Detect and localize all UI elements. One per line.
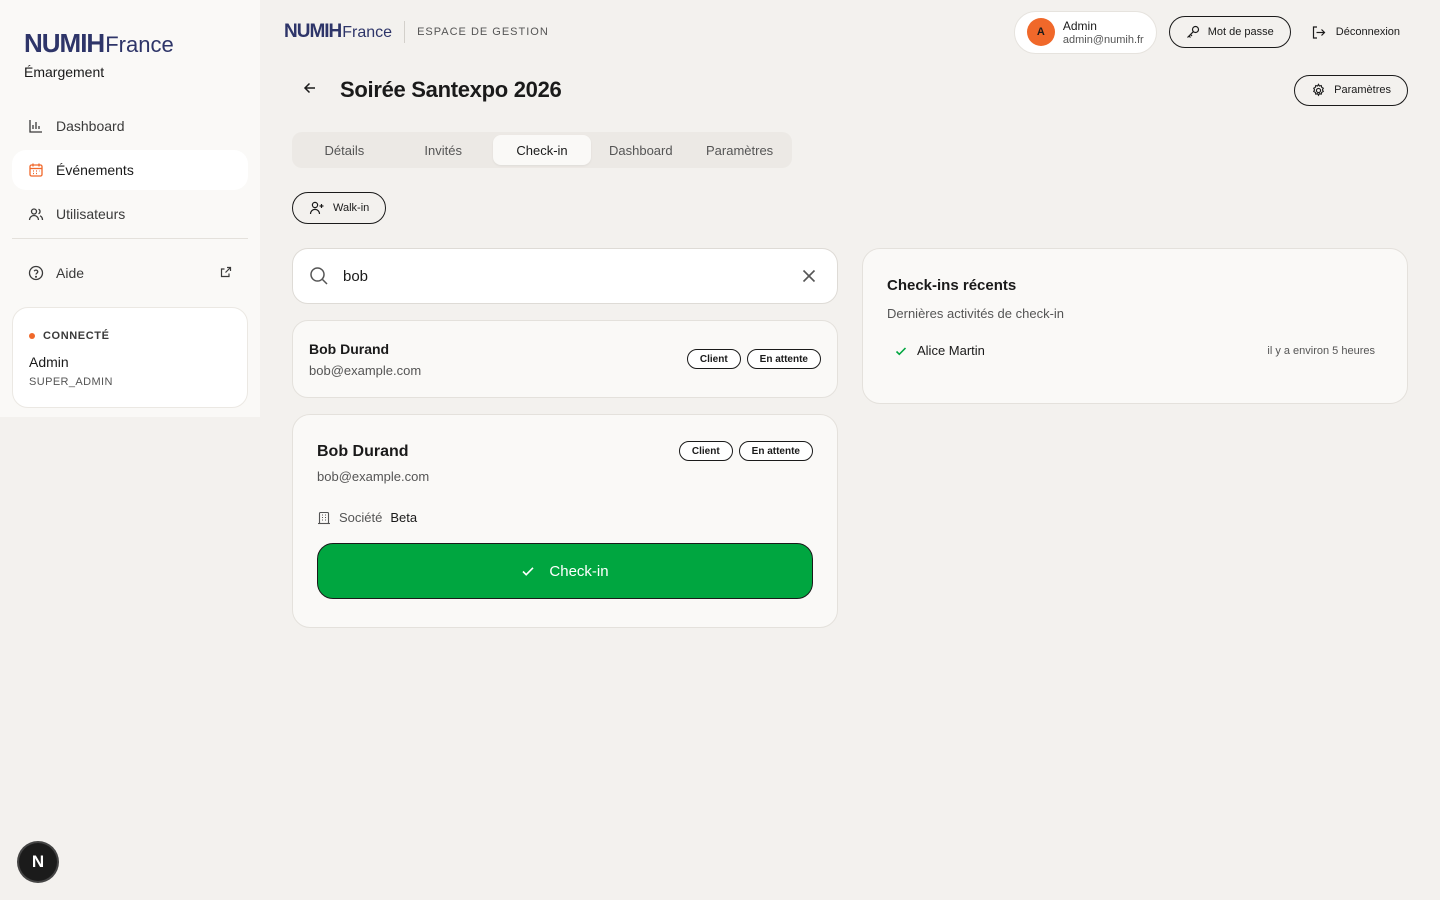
check-in-label: Check-in: [549, 562, 609, 580]
gear-icon: [1311, 82, 1326, 98]
tab-dashboard[interactable]: Dashboard: [591, 135, 690, 165]
recent-guest-name: Alice Martin: [917, 343, 985, 358]
check-icon: [521, 564, 535, 578]
sidebar-item-evenements[interactable]: Événements: [12, 150, 248, 190]
user-menu[interactable]: A Admin admin@numih.fr: [1013, 10, 1157, 54]
result-badges: Client En attente: [681, 349, 821, 369]
close-icon: [802, 269, 816, 283]
guest-badges: Client En attente: [673, 441, 813, 461]
user-plus-icon: [309, 200, 325, 216]
user-info: Admin admin@numih.fr: [1063, 19, 1144, 46]
logo-france: France: [105, 32, 174, 57]
sidebar: NUMIH France Émargement Dashboard Événem…: [0, 0, 260, 417]
walk-in-label: Walk-in: [333, 202, 370, 214]
guest-company: Société Beta: [317, 510, 813, 525]
top-header: NUMIH France ESPACE DE GESTION A Admin a…: [284, 10, 1408, 54]
search-icon: [309, 266, 329, 286]
bar-chart-icon: [28, 118, 44, 134]
connection-status: CONNECTÉ: [29, 330, 231, 342]
event-settings-label: Paramètres: [1334, 84, 1391, 96]
tab-parametres[interactable]: Paramètres: [690, 135, 789, 165]
building-icon: [317, 511, 331, 525]
guest-detail-card: Bob Durand bob@example.com Client En att…: [292, 414, 838, 628]
back-button[interactable]: [292, 74, 328, 106]
app-subtitle: Émargement: [24, 64, 105, 80]
company-value: Beta: [390, 510, 418, 525]
list-item: Alice Martin il y a environ 5 heures: [887, 343, 1383, 358]
status-label: CONNECTÉ: [43, 330, 110, 342]
status-badge: En attente: [738, 441, 813, 461]
external-link-icon: [220, 265, 232, 281]
clear-search-button[interactable]: [801, 268, 817, 284]
sidebar-item-dashboard[interactable]: Dashboard: [12, 106, 248, 146]
logo-france: France: [342, 24, 393, 41]
session-user-name: Admin: [29, 354, 69, 370]
tab-invites[interactable]: Invités: [394, 135, 493, 165]
logout-label: Déconnexion: [1335, 26, 1400, 38]
recent-subtitle: Dernières activités de check-in: [887, 306, 1065, 321]
guest-search-box: [292, 248, 838, 304]
change-password-label: Mot de passe: [1207, 26, 1274, 38]
category-badge: Client: [678, 441, 733, 461]
session-user-role: SUPER_ADMIN: [29, 376, 113, 388]
recent-checkins-card: Check-ins récents Dernières activités de…: [862, 248, 1408, 404]
help-circle-icon: [28, 265, 44, 281]
logo-numih: NUMIH: [24, 28, 105, 58]
sidebar-item-label: Utilisateurs: [56, 206, 126, 222]
company-label: Société: [339, 510, 383, 525]
sidebar-logo[interactable]: NUMIH France: [12, 28, 248, 58]
logout-button[interactable]: Déconnexion: [1291, 16, 1408, 48]
status-dot: [29, 333, 35, 339]
user-name: Admin: [1062, 18, 1097, 33]
tab-check-in[interactable]: Check-in: [492, 135, 592, 165]
header-actions: A Admin admin@numih.fr Mot de passe Déco…: [1013, 10, 1408, 54]
calendar-icon: [28, 162, 44, 178]
avatar: A: [1026, 18, 1055, 46]
header-logo[interactable]: NUMIH France: [284, 21, 392, 43]
event-tabs: Détails Invités Check-in Dashboard Param…: [292, 132, 792, 168]
sidebar-nav: Dashboard Événements Utilisateurs Aide: [12, 106, 248, 293]
category-badge: Client: [686, 349, 741, 369]
sidebar-item-label: Événements: [56, 162, 134, 178]
page-header: Soirée Santexpo 2026 Paramètres: [292, 74, 1408, 106]
change-password-button[interactable]: Mot de passe: [1168, 16, 1291, 48]
walk-in-button[interactable]: Walk-in: [292, 192, 387, 224]
page-title: Soirée Santexpo 2026: [340, 77, 562, 102]
tab-details[interactable]: Détails: [295, 135, 394, 165]
event-settings-button[interactable]: Paramètres: [1294, 74, 1408, 106]
arrow-left-icon: [303, 81, 317, 100]
sidebar-item-label: Dashboard: [56, 118, 125, 134]
guest-email: bob@example.com: [317, 469, 430, 484]
check-in-button[interactable]: Check-in: [317, 543, 813, 599]
session-status-card: CONNECTÉ Admin SUPER_ADMIN: [12, 307, 248, 408]
check-icon: [895, 345, 907, 357]
nav-divider: [12, 238, 248, 239]
sidebar-item-label: Aide: [56, 265, 85, 281]
user-email: admin@numih.fr: [1062, 33, 1144, 46]
recent-title: Check-ins récents: [887, 277, 1017, 294]
search-input[interactable]: [343, 267, 801, 285]
header-separator: [404, 21, 406, 43]
dev-tools-badge[interactable]: N: [19, 843, 57, 881]
sidebar-item-utilisateurs[interactable]: Utilisateurs: [12, 194, 248, 234]
users-icon: [28, 206, 44, 222]
logo-numih: NUMIH: [284, 21, 342, 42]
recent-time: il y a environ 5 heures: [1267, 344, 1375, 357]
search-result-item[interactable]: Bob Durand bob@example.com Client En att…: [292, 320, 838, 398]
sidebar-item-aide[interactable]: Aide: [12, 253, 248, 293]
header-section-label: ESPACE DE GESTION: [417, 26, 549, 38]
status-badge: En attente: [746, 349, 821, 369]
logout-icon: [1311, 25, 1326, 40]
key-icon: [1186, 25, 1200, 39]
